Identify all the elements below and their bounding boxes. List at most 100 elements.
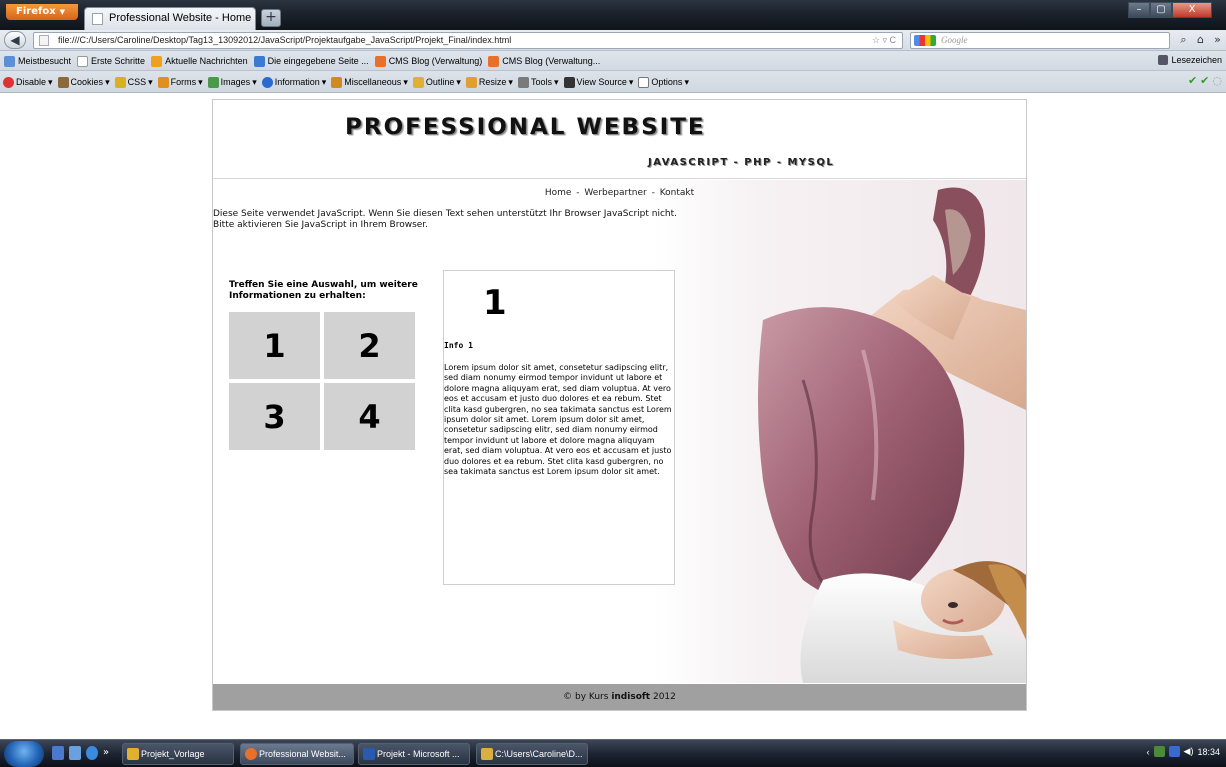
wd-miscellaneous-menu[interactable]: Miscellaneous ▾ (331, 76, 408, 88)
noscript-line-1: Diese Seite verwendet JavaScript. Wenn S… (213, 209, 678, 219)
bookmark-icon (4, 55, 15, 67)
globe-icon (253, 55, 265, 67)
wd-view-source-menu[interactable]: View Source ▾ (563, 76, 634, 88)
bookmark-meistbesucht[interactable]: Meistbesucht (4, 55, 72, 67)
new-tab-button[interactable]: + (261, 9, 281, 27)
wd-disable-menu[interactable]: Disable ▾ (3, 76, 53, 88)
word-icon (363, 748, 375, 760)
window-controls: – ▢ X (1128, 2, 1212, 20)
navigation-toolbar: ◀ file:///C:/Users/Caroline/Desktop/Tag1… (0, 30, 1226, 51)
chevron-down-icon: ▼ (59, 8, 66, 16)
taskbar-item-label: Professional Websit... (259, 749, 346, 759)
browser-title-bar: Firefox ▼ Professional Website - Home + –… (0, 0, 1226, 30)
bookmark-erste-schritte[interactable]: Erste Schritte (77, 55, 145, 67)
clock[interactable]: 18:34 (1197, 747, 1220, 757)
site-footer: © by Kurs indisoft 2012 (213, 684, 1026, 710)
windows-taskbar: » Projekt_Vorlage Professional Websit...… (0, 739, 1226, 767)
show-desktop-icon[interactable] (52, 746, 64, 760)
chevron-down-icon: ▾ (628, 76, 634, 87)
taskbar-item-explorer[interactable]: C:\Users\Caroline\D... (476, 743, 588, 765)
info-panel: 1 Info 1 Lorem ipsum dolor sit amet, con… (443, 270, 675, 585)
chevron-down-icon: ▾ (403, 76, 408, 87)
wd-options-menu[interactable]: Options ▾ (638, 76, 689, 88)
close-button[interactable]: X (1172, 2, 1212, 18)
nav-link-kontakt[interactable]: Kontakt (660, 188, 694, 198)
update-icon[interactable] (1168, 746, 1180, 757)
disable-icon (3, 76, 14, 88)
cookies-icon (57, 76, 69, 88)
tab-professional-website[interactable]: Professional Website - Home (84, 7, 256, 30)
selection-grid: 1 2 3 4 (229, 312, 415, 450)
chevron-down-icon: ▾ (105, 76, 110, 87)
wd-outline-menu[interactable]: Outline ▾ (412, 76, 461, 88)
grid-item-4[interactable]: 4 (324, 383, 415, 450)
circle-icon: ◌ (1212, 74, 1222, 87)
wd-images-menu[interactable]: Images ▾ (207, 76, 257, 88)
misc-icon (331, 76, 343, 88)
chevron-down-icon: ▾ (48, 76, 53, 87)
nav-link-home[interactable]: Home (545, 188, 572, 198)
taskbar-item-projekt-vorlage[interactable]: Projekt_Vorlage (122, 743, 234, 765)
view-source-icon (563, 76, 575, 88)
bookmark-aktuelle-nachrichten[interactable]: Aktuelle Nachrichten (151, 55, 248, 67)
overflow-icon[interactable]: » (1211, 32, 1224, 47)
wd-label: Tools (530, 77, 552, 87)
wd-label: CSS (127, 77, 147, 87)
nav-separator: - (576, 188, 580, 198)
grid-item-1[interactable]: 1 (229, 312, 320, 379)
web-developer-toolbar: Disable ▾ Cookies ▾ CSS ▾ Forms ▾ Images ▾ In… (0, 71, 1226, 93)
reload-icon[interactable]: ☆ ▿ C (872, 33, 896, 48)
home-icon[interactable]: ⌂ (1194, 32, 1207, 47)
nav-link-werbepartner[interactable]: Werbepartner (584, 188, 646, 198)
overflow-icon[interactable]: » (103, 746, 115, 760)
firefox-icon (245, 748, 257, 760)
chevron-down-icon: ▾ (321, 76, 327, 87)
wd-resize-menu[interactable]: Resize ▾ (465, 76, 513, 88)
wd-information-menu[interactable]: Information ▾ (261, 76, 327, 88)
taskbar-item-word[interactable]: Projekt - Microsoft ... (358, 743, 470, 765)
folder-icon (127, 748, 139, 760)
folder-icon (481, 748, 493, 760)
outline-icon (412, 76, 424, 88)
wd-css-menu[interactable]: CSS ▾ (114, 76, 153, 88)
volume-icon[interactable]: ◀) (1184, 746, 1194, 757)
tray-expand-icon[interactable]: ‹ (1147, 747, 1150, 757)
bookmark-label: Meistbesucht (18, 56, 72, 66)
bookmark-cms-blog-2[interactable]: CMS Blog (Verwaltung... (488, 55, 600, 67)
url-input[interactable]: file:///C:/Users/Caroline/Desktop/Tag13_… (33, 32, 903, 49)
grid-item-2[interactable]: 2 (324, 312, 415, 379)
options-icon (638, 76, 650, 88)
bookmark-label: Die eingegebene Seite ... (267, 56, 369, 66)
back-arrow-icon[interactable]: ◀ (4, 31, 26, 49)
explorer-icon[interactable] (69, 746, 81, 760)
blog-icon (374, 55, 386, 67)
chevron-down-icon: ▾ (148, 76, 153, 87)
wd-label: Information (274, 77, 320, 87)
search-input[interactable]: Google (910, 32, 1170, 49)
network-icon[interactable] (1153, 746, 1165, 757)
taskbar-item-firefox[interactable]: Professional Websit... (240, 743, 354, 765)
bookmark-eingegebene-seite[interactable]: Die eingegebene Seite ... (253, 55, 369, 67)
page-icon (92, 13, 103, 25)
site-logo[interactable]: PROFESSIONAL WEBSITE (345, 115, 875, 145)
chevron-down-icon: ▾ (684, 76, 689, 87)
check-icon: ✔ (1200, 74, 1210, 87)
model-photo (653, 180, 1026, 683)
taskbar-item-label: Projekt - Microsoft ... (377, 749, 460, 759)
bookmark-cms-blog-1[interactable]: CMS Blog (Verwaltung) (374, 55, 482, 67)
site-container: PROFESSIONAL WEBSITE JAVASCRIPT - PHP - … (212, 99, 1027, 711)
grid-item-3[interactable]: 3 (229, 383, 320, 450)
start-button[interactable] (4, 741, 44, 767)
minimize-button[interactable]: – (1128, 2, 1150, 18)
wd-label: Forms (170, 77, 197, 87)
ie-icon[interactable] (86, 746, 98, 760)
google-icon (914, 35, 936, 46)
bookmarks-menu[interactable]: Lesezeichen (1158, 55, 1222, 65)
wd-label: Options (651, 77, 683, 87)
wd-forms-menu[interactable]: Forms ▾ (157, 76, 203, 88)
maximize-button[interactable]: ▢ (1150, 2, 1172, 18)
magnifier-icon[interactable]: ⌕ (1177, 32, 1190, 47)
firefox-menu-button[interactable]: Firefox ▼ (6, 4, 78, 20)
wd-cookies-menu[interactable]: Cookies ▾ (57, 76, 110, 88)
wd-tools-menu[interactable]: Tools ▾ (517, 76, 559, 88)
